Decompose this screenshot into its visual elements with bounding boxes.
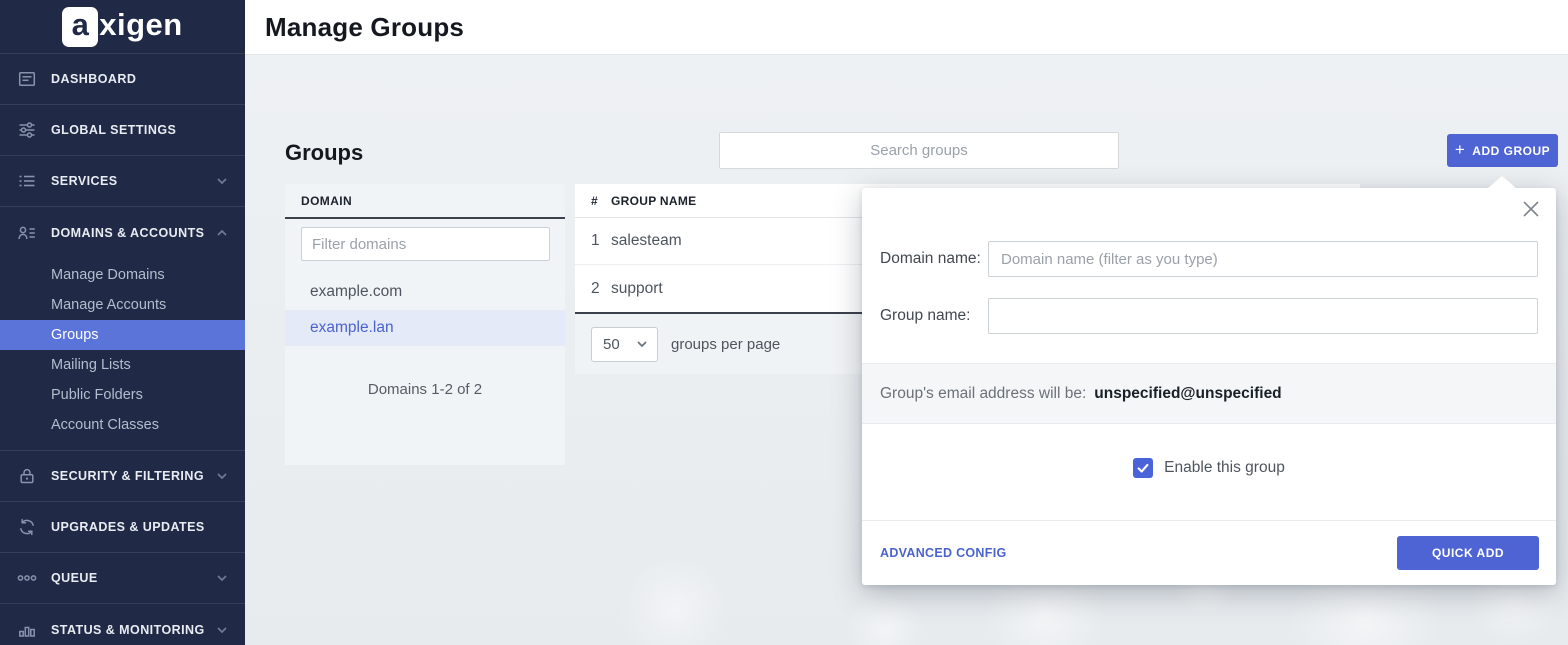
domain-name: example.lan bbox=[310, 319, 394, 337]
sidebar-item-account-classes[interactable]: Account Classes bbox=[0, 410, 245, 440]
enable-group-label: Enable this group bbox=[1164, 459, 1285, 477]
email-preview-band: Group's email address will be: unspecifi… bbox=[862, 363, 1556, 424]
chevron-up-icon bbox=[215, 226, 229, 240]
row-number: 2 bbox=[575, 280, 611, 298]
sub-item-label: Account Classes bbox=[51, 417, 159, 433]
check-icon bbox=[1136, 461, 1150, 475]
domain-row-example-com[interactable]: example.com bbox=[285, 274, 565, 310]
domain-column-header: DOMAIN bbox=[285, 184, 565, 219]
enable-group-checkbox[interactable] bbox=[1133, 458, 1153, 478]
sidebar-item-label: DOMAINS & ACCOUNTS bbox=[51, 226, 204, 240]
chevron-down-icon bbox=[636, 338, 648, 350]
add-group-label: ADD GROUP bbox=[1472, 144, 1550, 158]
popup-group-name-input[interactable] bbox=[988, 298, 1538, 334]
domain-list: example.com example.lan bbox=[285, 274, 565, 346]
group-name: salesteam bbox=[611, 232, 682, 250]
sidebar-item-manage-domains[interactable]: Manage Domains bbox=[0, 260, 245, 290]
domain-row-example-lan[interactable]: example.lan bbox=[285, 310, 565, 346]
sidebar-item-label: SECURITY & FILTERING bbox=[51, 469, 204, 483]
chevron-down-icon bbox=[215, 623, 229, 637]
sidebar-item-label: STATUS & MONITORING bbox=[51, 623, 205, 637]
sidebar-item-dashboard[interactable]: DASHBOARD bbox=[0, 54, 245, 105]
sidebar-item-groups[interactable]: Groups bbox=[0, 320, 245, 350]
dashboard-icon bbox=[17, 70, 37, 88]
sub-item-label: Manage Accounts bbox=[51, 297, 166, 313]
column-header-group-name: GROUP NAME bbox=[611, 194, 696, 208]
sidebar: a xigen DASHBOARD GLOBAL SETTINGS SERVIC… bbox=[0, 0, 245, 645]
search-input[interactable] bbox=[719, 132, 1119, 169]
sub-item-label: Manage Domains bbox=[51, 267, 165, 283]
column-header-number: # bbox=[575, 194, 611, 208]
group-name-label: Group name: bbox=[880, 307, 970, 325]
sidebar-item-label: DASHBOARD bbox=[51, 72, 136, 86]
sidebar-item-security-filtering[interactable]: SECURITY & FILTERING bbox=[0, 451, 245, 502]
per-page-label: groups per page bbox=[671, 336, 780, 353]
chevron-down-icon bbox=[215, 174, 229, 188]
add-group-popup: Domain name: Group name: Group's email a… bbox=[862, 188, 1556, 585]
topbar: Manage Groups bbox=[245, 0, 1568, 55]
domain-name-label: Domain name: bbox=[880, 250, 981, 268]
enable-group-row: Enable this group bbox=[862, 458, 1556, 478]
popup-domain-name-input[interactable] bbox=[988, 241, 1538, 277]
sidebar-item-label: GLOBAL SETTINGS bbox=[51, 123, 176, 137]
popup-footer: ADVANCED CONFIG QUICK ADD bbox=[862, 520, 1556, 585]
sub-item-label: Mailing Lists bbox=[51, 357, 131, 373]
user-list-icon bbox=[17, 224, 37, 242]
section-title: Groups bbox=[285, 140, 363, 166]
chevron-down-icon bbox=[215, 571, 229, 585]
lock-icon bbox=[17, 467, 37, 485]
bar-chart-icon bbox=[17, 621, 37, 639]
sidebar-item-label: UPGRADES & UPDATES bbox=[51, 520, 205, 534]
page-title: Manage Groups bbox=[265, 12, 464, 43]
logo-a-mark: a bbox=[62, 7, 98, 47]
domains-panel: DOMAIN example.com example.lan Domains 1… bbox=[285, 184, 565, 465]
sidebar-item-queue[interactable]: QUEUE bbox=[0, 553, 245, 604]
quick-add-button[interactable]: QUICK ADD bbox=[1397, 536, 1539, 570]
plus-icon: + bbox=[1455, 140, 1465, 160]
filter-domains-input[interactable] bbox=[301, 227, 550, 261]
email-prefix-label: Group's email address will be: bbox=[880, 385, 1086, 403]
domains-accounts-submenu: Manage Domains Manage Accounts Groups Ma… bbox=[0, 258, 245, 451]
sidebar-item-global-settings[interactable]: GLOBAL SETTINGS bbox=[0, 105, 245, 156]
queue-dots-icon bbox=[17, 569, 37, 587]
sidebar-item-mailing-lists[interactable]: Mailing Lists bbox=[0, 350, 245, 380]
group-name: support bbox=[611, 280, 663, 298]
content-area: Groups + ADD GROUP DOMAIN example.com ex… bbox=[245, 55, 1568, 645]
sub-item-label: Public Folders bbox=[51, 387, 143, 403]
sidebar-item-domains-accounts[interactable]: DOMAINS & ACCOUNTS bbox=[0, 207, 245, 258]
axigen-logo: a xigen bbox=[0, 0, 245, 54]
logo-text: xigen bbox=[99, 7, 182, 46]
sidebar-item-services[interactable]: SERVICES bbox=[0, 156, 245, 207]
email-preview-value: unspecified@unspecified bbox=[1094, 385, 1281, 403]
sidebar-item-manage-accounts[interactable]: Manage Accounts bbox=[0, 290, 245, 320]
per-page-select[interactable]: 50 bbox=[591, 327, 658, 362]
row-number: 1 bbox=[575, 232, 611, 250]
chevron-down-icon bbox=[215, 469, 229, 483]
app-window: a xigen DASHBOARD GLOBAL SETTINGS SERVIC… bbox=[0, 0, 1568, 645]
sidebar-item-status-monitoring[interactable]: STATUS & MONITORING bbox=[0, 604, 245, 645]
sliders-icon bbox=[17, 121, 37, 139]
popup-caret bbox=[1488, 176, 1516, 188]
sidebar-item-label: QUEUE bbox=[51, 571, 98, 585]
advanced-config-link[interactable]: ADVANCED CONFIG bbox=[880, 546, 1007, 560]
list-icon bbox=[17, 172, 37, 190]
sync-icon bbox=[17, 518, 37, 536]
per-page-value: 50 bbox=[603, 336, 620, 353]
sub-item-label: Groups bbox=[51, 327, 99, 343]
add-group-button[interactable]: + ADD GROUP bbox=[1447, 134, 1558, 167]
sidebar-item-public-folders[interactable]: Public Folders bbox=[0, 380, 245, 410]
sidebar-item-label: SERVICES bbox=[51, 174, 118, 188]
sidebar-item-upgrades-updates[interactable]: UPGRADES & UPDATES bbox=[0, 502, 245, 553]
domains-pagination: Domains 1-2 of 2 bbox=[285, 381, 565, 398]
close-icon[interactable] bbox=[1520, 198, 1542, 220]
domain-name: example.com bbox=[310, 283, 402, 301]
